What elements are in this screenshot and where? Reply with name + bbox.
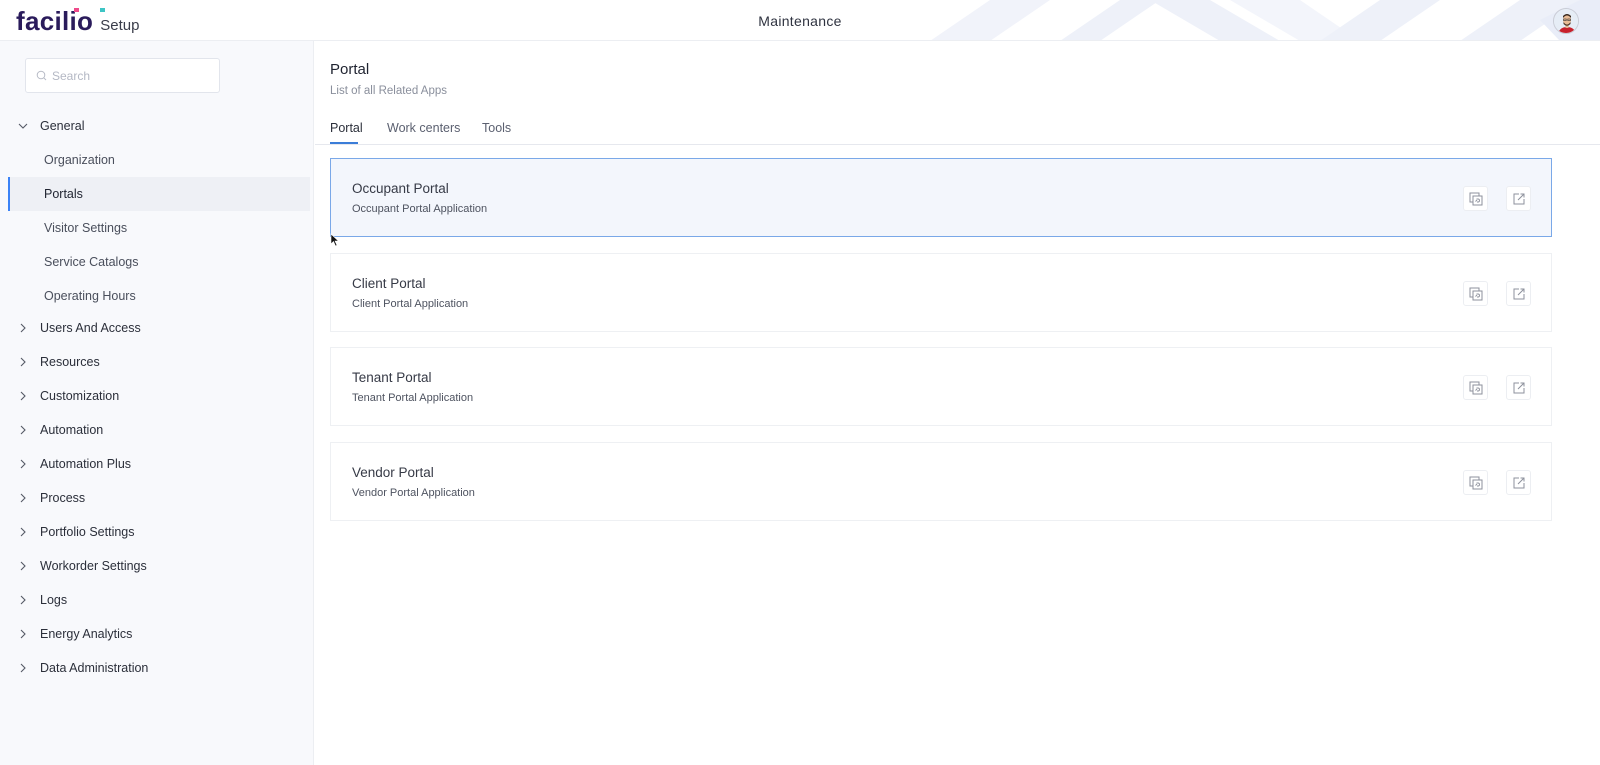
copy-link-icon — [1469, 287, 1482, 300]
sidebar-group-customization[interactable]: Customization — [0, 379, 310, 413]
page-title: Portal — [330, 61, 370, 78]
copy-link-button[interactable] — [1463, 470, 1488, 495]
portal-description: Client Portal Application — [352, 298, 469, 310]
copy-link-button[interactable] — [1463, 375, 1488, 400]
open-external-icon — [1513, 193, 1524, 204]
chevron-down-icon — [18, 123, 28, 129]
sidebar-item-label: Portals — [44, 187, 83, 201]
chevron-right-icon — [20, 595, 26, 605]
open-portal-button[interactable] — [1506, 470, 1531, 495]
active-tab-indicator — [330, 142, 358, 144]
chevron-right-icon — [20, 493, 26, 503]
chevron-right-icon — [20, 663, 26, 673]
sidebar-item-portals[interactable]: Portals — [8, 177, 310, 211]
portal-card-vendor[interactable]: Vendor Portal Vendor Portal Application — [330, 442, 1552, 521]
logo-setup-label: Setup — [100, 17, 140, 34]
sidebar-item-label: Service Catalogs — [44, 255, 139, 269]
open-external-icon — [1513, 477, 1524, 488]
portal-description: Tenant Portal Application — [352, 392, 474, 404]
chevron-right-icon — [20, 391, 26, 401]
sidebar-item-label: Visitor Settings — [44, 221, 128, 235]
copy-link-icon — [1469, 381, 1482, 394]
header-pattern — [931, 0, 1600, 40]
chevron-right-icon — [20, 357, 26, 367]
tab-tools[interactable]: Tools — [482, 121, 511, 135]
portal-card-client[interactable]: Client Portal Client Portal Application — [330, 253, 1552, 332]
open-portal-button[interactable] — [1506, 375, 1531, 400]
open-portal-button[interactable] — [1506, 186, 1531, 211]
sidebar-group-portfolio-settings[interactable]: Portfolio Settings — [0, 515, 310, 549]
facilio-logo[interactable]: facilio Setup — [16, 6, 139, 37]
copy-link-icon — [1469, 476, 1482, 489]
sidebar-item-organization[interactable]: Organization — [8, 143, 310, 177]
logo-dot-teal — [100, 8, 105, 12]
open-portal-button[interactable] — [1506, 281, 1531, 306]
main-content: Portal List of all Related Apps Portal W… — [315, 41, 1600, 765]
logo-text: facilio — [16, 6, 94, 36]
tab-work-centers[interactable]: Work centers — [387, 121, 460, 135]
sidebar-group-label: Workorder Settings — [40, 559, 147, 573]
sidebar-group-general[interactable]: General — [0, 109, 310, 143]
sidebar: General Organization Portals Visitor Set… — [0, 41, 314, 765]
sidebar-group-logs[interactable]: Logs — [0, 583, 310, 617]
tab-portal[interactable]: Portal — [330, 121, 363, 135]
sidebar-item-visitor-settings[interactable]: Visitor Settings — [8, 211, 310, 245]
sidebar-group-label: Process — [40, 491, 86, 505]
sidebar-group-label: Data Administration — [40, 661, 149, 675]
search-box[interactable] — [25, 58, 220, 93]
sidebar-group-label: Automation — [40, 423, 104, 437]
sidebar-group-label: Automation Plus — [40, 457, 132, 471]
portal-card-occupant[interactable]: Occupant Portal Occupant Portal Applicat… — [330, 158, 1552, 237]
chevron-right-icon — [20, 629, 26, 639]
sidebar-group-workorder-settings[interactable]: Workorder Settings — [0, 549, 310, 583]
sidebar-item-service-catalogs[interactable]: Service Catalogs — [8, 245, 310, 279]
active-indicator — [8, 177, 10, 211]
sidebar-group-process[interactable]: Process — [0, 481, 310, 515]
mouse-cursor-icon — [330, 233, 340, 247]
sidebar-group-data-administration[interactable]: Data Administration — [0, 651, 310, 685]
portal-card-tenant[interactable]: Tenant Portal Tenant Portal Application — [330, 347, 1552, 426]
search-icon — [36, 70, 47, 81]
logo-dot-pink — [74, 8, 79, 12]
copy-link-icon — [1469, 192, 1482, 205]
sidebar-group-label: Customization — [40, 389, 120, 403]
portal-name: Occupant Portal — [352, 181, 449, 196]
copy-link-button[interactable] — [1463, 281, 1488, 306]
chevron-right-icon — [20, 459, 26, 469]
user-avatar[interactable] — [1553, 8, 1579, 34]
top-bar: facilio Setup Maintenance — [0, 0, 1600, 41]
portal-description: Occupant Portal Application — [352, 203, 488, 215]
tab-bar: Portal Work centers Tools — [315, 113, 1600, 145]
sidebar-item-label: Organization — [44, 153, 115, 167]
search-input[interactable] — [52, 68, 202, 83]
sidebar-group-label: Resources — [40, 355, 100, 369]
sidebar-group-energy-analytics[interactable]: Energy Analytics — [0, 617, 310, 651]
chevron-right-icon — [20, 527, 26, 537]
sidebar-item-label: Operating Hours — [44, 289, 136, 303]
portal-name: Client Portal — [352, 276, 426, 291]
sidebar-group-users-and-access[interactable]: Users And Access — [0, 311, 310, 345]
sidebar-group-label: General — [40, 119, 85, 133]
chevron-right-icon — [20, 323, 26, 333]
sidebar-item-operating-hours[interactable]: Operating Hours — [8, 279, 310, 313]
sidebar-group-automation-plus[interactable]: Automation Plus — [0, 447, 310, 481]
copy-link-button[interactable] — [1463, 186, 1488, 211]
portal-name: Tenant Portal — [352, 370, 432, 385]
open-external-icon — [1513, 288, 1524, 299]
portal-description: Vendor Portal Application — [352, 487, 475, 499]
sidebar-group-label: Logs — [40, 593, 68, 607]
page-subtitle: List of all Related Apps — [330, 85, 447, 97]
portal-name: Vendor Portal — [352, 465, 434, 480]
sidebar-group-resources[interactable]: Resources — [0, 345, 310, 379]
chevron-right-icon — [20, 425, 26, 435]
sidebar-group-label: Users And Access — [40, 321, 141, 335]
open-external-icon — [1513, 382, 1524, 393]
sidebar-group-automation[interactable]: Automation — [0, 413, 310, 447]
sidebar-group-label: Portfolio Settings — [40, 525, 135, 539]
chevron-right-icon — [20, 561, 26, 571]
sidebar-group-label: Energy Analytics — [40, 627, 133, 641]
